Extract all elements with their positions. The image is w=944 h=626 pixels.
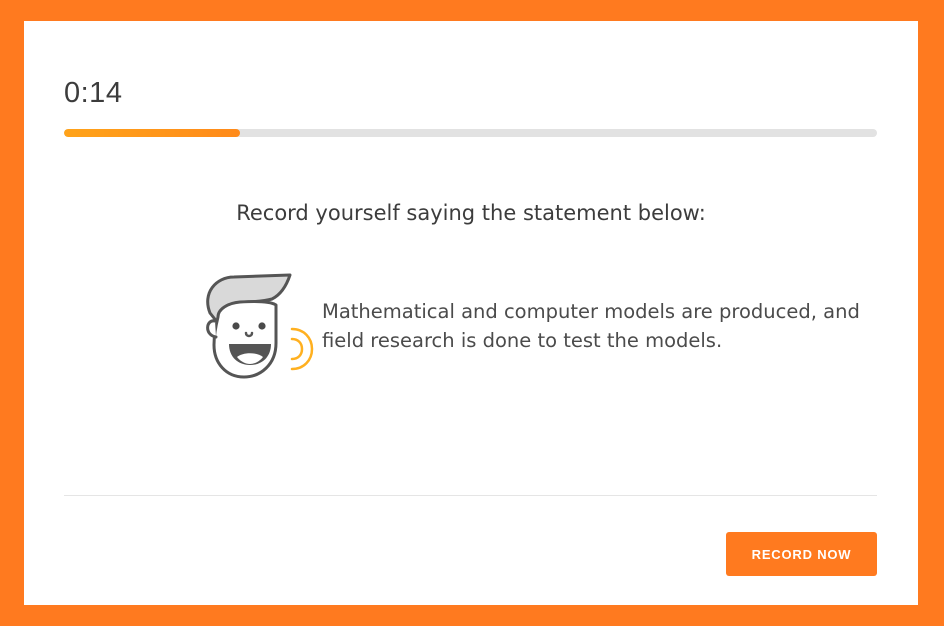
instruction-text: Record yourself saying the statement bel… (236, 201, 706, 225)
statement-text: Mathematical and computer models are pro… (322, 300, 860, 352)
speaking-face-icon (206, 273, 314, 379)
footer-divider (64, 495, 877, 496)
exercise-card: 0:14 Record yourself saying the statemen… (24, 21, 918, 605)
record-now-button[interactable]: RECORD NOW (726, 532, 877, 576)
progress-bar (64, 129, 877, 137)
progress-bar-fill (64, 129, 241, 137)
timer: 0:14 (64, 77, 123, 109)
